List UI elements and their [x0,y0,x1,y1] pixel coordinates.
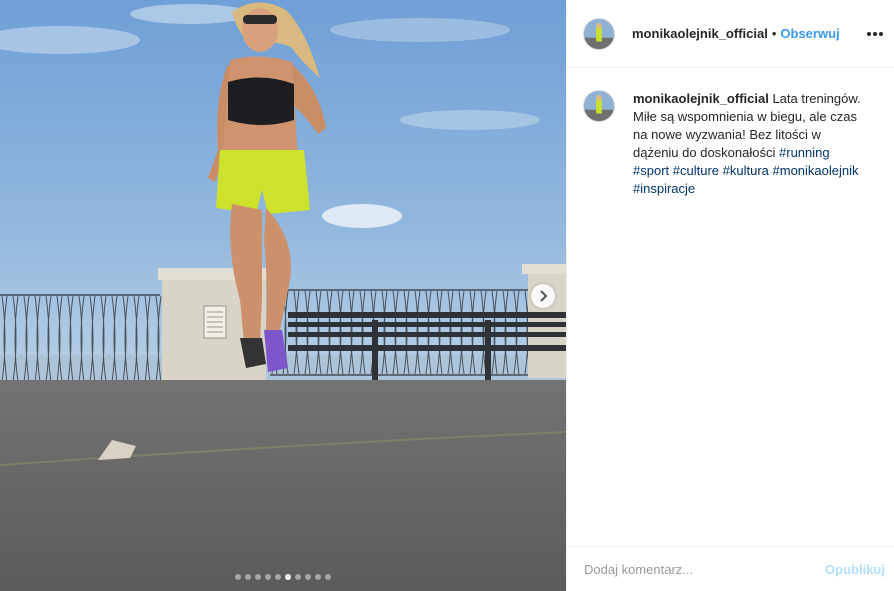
carousel-indicator [0,574,566,580]
follow-button[interactable]: Obserwuj [780,26,839,41]
hashtag-link[interactable]: #monikaolejnik [773,163,859,178]
post-comment-button[interactable]: Opublikuj [825,562,885,577]
carousel-dot [295,574,301,580]
post-caption: monikaolejnik_official Lata treningów. M… [583,90,883,198]
caption-username[interactable]: monikaolejnik_official [633,91,769,106]
profile-picture [584,18,614,49]
header-separator: • [771,26,777,41]
carousel-dot [285,574,291,580]
carousel-dot [275,574,281,580]
hashtag-link[interactable]: #kultura [723,163,769,178]
post-header: monikaolejnik_official • Obserwuj [567,0,894,68]
comment-form: Opublikuj [567,546,894,591]
hashtag-link[interactable]: #running [779,145,830,160]
caption-avatar[interactable] [583,90,615,122]
avatar[interactable] [583,17,615,50]
hashtag-link[interactable]: #inspiracje [633,181,695,196]
post-photo[interactable] [0,0,566,591]
carousel-dot [235,574,241,580]
post-side-panel: monikaolejnik_official • Obserwuj monika… [566,0,894,591]
comment-input[interactable] [584,561,826,577]
chevron-right-icon [540,290,548,302]
profile-picture [584,91,614,121]
carousel-dot [265,574,271,580]
carousel-dot [255,574,261,580]
runner-photo [0,0,566,591]
carousel-dot [245,574,251,580]
more-options-icon [867,32,871,36]
carousel-next-button[interactable] [531,284,555,308]
carousel-dot [325,574,331,580]
more-options-button[interactable] [863,22,887,46]
carousel-dot [315,574,321,580]
hashtag-link[interactable]: #culture [673,163,719,178]
hashtag-link[interactable]: #sport [633,163,669,178]
header-username[interactable]: monikaolejnik_official [632,26,768,41]
instagram-post: monikaolejnik_official • Obserwuj monika… [0,0,894,591]
caption-text-block: monikaolejnik_official Lata treningów. M… [633,90,869,198]
carousel-dot [305,574,311,580]
